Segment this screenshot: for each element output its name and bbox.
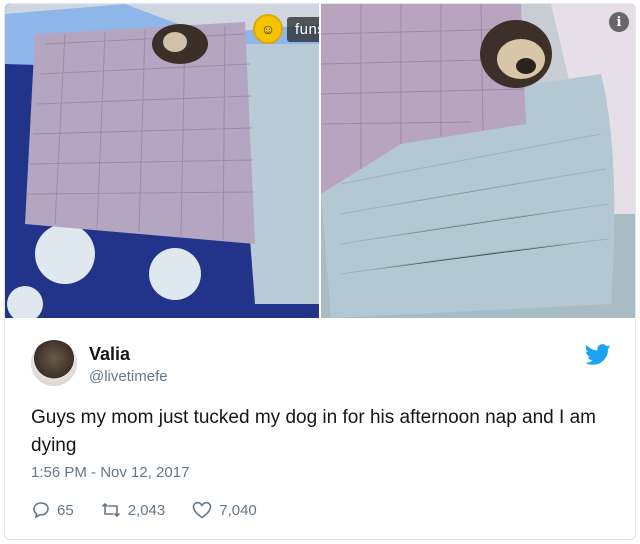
watermark: ☺ funssy.com: [253, 12, 319, 46]
photo-left-image: [5, 4, 319, 318]
user-name[interactable]: Valia: [89, 344, 130, 365]
twitter-bird-icon[interactable]: [585, 344, 611, 366]
tweet-body: Valia @livetimefe Guys my mom just tucke…: [5, 318, 635, 539]
info-icon[interactable]: i: [609, 12, 629, 32]
reply-button[interactable]: 65: [31, 500, 74, 520]
like-count: 7,040: [219, 501, 257, 519]
tweet-card: ☺ funssy.com: [4, 3, 636, 540]
retweet-button[interactable]: 2,043: [100, 500, 166, 520]
like-button[interactable]: 7,040: [191, 500, 257, 520]
watermark-text: funssy.com: [287, 16, 319, 42]
smiley-face-icon: ☺: [253, 14, 283, 44]
photo-dog-on-pillow[interactable]: i: [321, 4, 635, 318]
avatar[interactable]: [31, 340, 77, 386]
tweet-timestamp[interactable]: 1:56 PM - Nov 12, 2017: [31, 464, 189, 481]
retweet-icon: [101, 503, 120, 517]
photo-dog-tucked-in-blanket[interactable]: ☺ funssy.com: [5, 4, 319, 318]
photo-right-image: [321, 4, 635, 318]
retweet-count: 2,043: [127, 501, 166, 519]
tweet-actions: 65 2,043 7,040: [31, 500, 283, 520]
reply-icon: [33, 502, 49, 519]
reply-count: 65: [57, 501, 74, 519]
photo-grid: ☺ funssy.com: [5, 4, 635, 318]
user-handle[interactable]: @livetimefe: [89, 368, 168, 385]
heart-icon: [192, 501, 212, 519]
tweet-text: Guys my mom just tucked my dog in for hi…: [31, 407, 596, 456]
